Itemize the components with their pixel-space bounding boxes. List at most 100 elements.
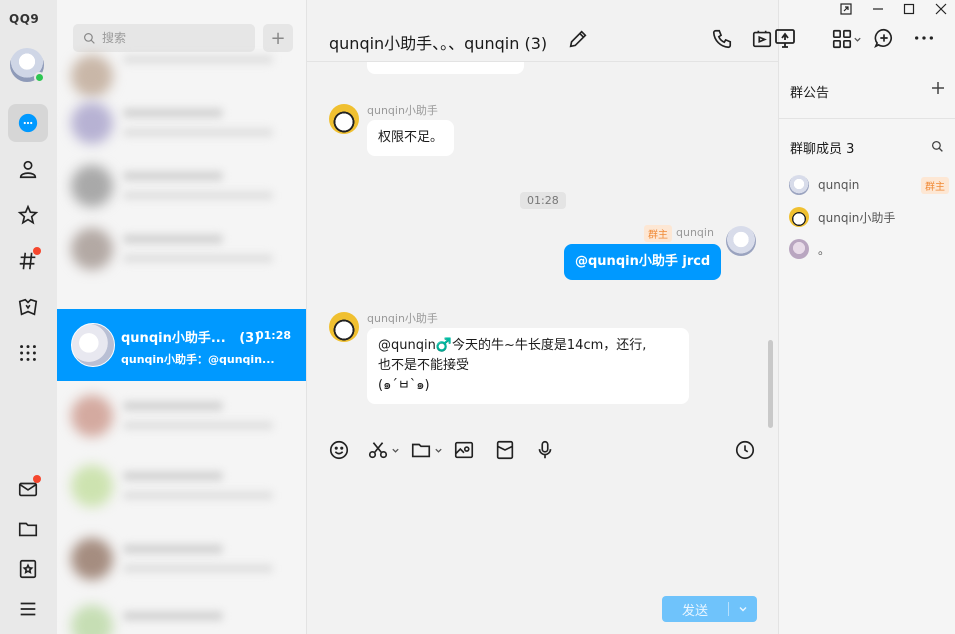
emoji-icon [329,440,349,460]
nav-apps[interactable] [8,334,48,372]
member-item[interactable]: qunqin 群主 [789,174,949,196]
bookmark-star-icon [19,559,37,579]
grid-dots-icon [20,345,36,361]
voice-button[interactable] [534,438,556,462]
file-button[interactable] [410,438,443,462]
apps-grid-icon [832,29,852,49]
message-area: qunqin小助手 权限不足。 01:28 群主 qunqin @qunqin小… [307,62,778,430]
apps-menu-button[interactable] [831,27,871,51]
nav-messages[interactable] [8,104,48,142]
message-icon [18,113,38,133]
message-scrollbar[interactable] [768,340,773,428]
member-name: qunqin [818,178,860,192]
chat-header: qunqin小助手、。、qunqin (3) [307,0,778,62]
send-options-button[interactable] [729,604,757,614]
add-announcement-icon[interactable] [931,81,945,95]
add-chat-icon [874,28,893,48]
pin-icon [840,3,852,15]
game-icon [18,298,38,316]
list-item[interactable] [57,528,306,590]
edit-pencil-icon[interactable] [567,28,589,50]
nav-channels[interactable] [8,242,48,280]
chevron-down-icon [854,37,861,42]
image-button[interactable] [453,438,475,462]
message-line: (๑´ㅂ`๑) [378,378,430,393]
online-status-dot [34,72,45,83]
screen-share-button[interactable] [773,26,799,52]
message-bubble[interactable]: 权限不足。 [367,120,455,156]
announcement-title: 群公告 [790,86,830,101]
hamburger-menu-icon [20,602,36,616]
sender-name: qunqin小助手 [367,312,438,325]
pin-window-button[interactable] [839,2,853,16]
close-button[interactable] [934,2,948,16]
message-bubble-own[interactable]: @qunqin小助手 jrcd [564,244,722,280]
screenshot-button[interactable] [367,438,400,462]
search-input[interactable] [102,31,242,45]
member-avatar [789,175,809,195]
message-bubble[interactable] [367,62,524,74]
sender-name: qunqin小助手 [367,104,438,117]
conversation-time: 01:28 [255,329,291,342]
list-item[interactable] [57,92,306,154]
sender-avatar[interactable] [329,104,359,134]
own-avatar[interactable] [726,226,756,256]
video-icon [752,30,772,48]
send-label: 发送 [681,603,708,619]
minimize-button[interactable] [871,2,885,16]
member-name: qunqin小助手 [818,210,896,225]
history-button[interactable] [734,438,756,462]
list-item[interactable] [57,595,306,634]
chevron-down-icon [392,448,399,453]
clock-icon [735,440,755,460]
chat-pane: qunqin小助手、。、qunqin (3) qunqin小助手 权限不足。 0… [307,0,778,634]
search-icon [84,32,95,44]
time-divider: 01:28 [520,192,566,209]
mail-notification-dot [33,475,41,483]
owner-badge: 群主 [921,176,949,194]
chat-title: qunqin小助手、。、qunqin (3) [329,34,548,53]
nav-menu[interactable] [8,590,48,628]
nav-files[interactable] [8,510,48,548]
list-item[interactable] [57,455,306,517]
member-item[interactable]: qunqin小助手 [789,206,949,228]
video-call-button[interactable] [750,27,774,51]
maximize-icon [903,3,915,15]
folder-icon [411,443,431,458]
member-avatar [789,207,809,227]
list-item[interactable] [57,155,306,217]
sender-name: qunqin [676,226,714,239]
sender-avatar[interactable] [329,312,359,342]
minimize-icon [873,8,883,10]
more-options-button[interactable] [913,27,937,51]
new-chat-button[interactable] [873,27,897,51]
nav-favorites[interactable] [8,196,48,234]
maximize-button[interactable] [902,2,916,16]
nav-games[interactable] [8,288,48,326]
member-search-icon[interactable] [931,140,944,153]
message-bubble[interactable]: @qunqin♂️今天的牛~牛长度是14cm，还行, 也不是不能接受 (๑´ㅂ`… [367,328,689,404]
list-item[interactable] [57,385,306,447]
message-input[interactable] [307,470,778,590]
nav-bookmarks[interactable] [8,550,48,588]
red-packet-button[interactable] [494,438,516,462]
members-title: 群聊成员 3 [790,142,855,157]
phone-call-button[interactable] [710,27,734,51]
member-item[interactable]: 。 [789,238,949,260]
emoji-button[interactable] [328,438,350,462]
list-item[interactable] [57,218,306,280]
send-button[interactable]: 发送 [662,596,757,622]
nav-contacts[interactable] [8,150,48,188]
message-line: @qunqin♂️今天的牛~牛长度是14cm，还行, [378,338,647,353]
envelope-icon [496,440,514,460]
microphone-icon [538,440,552,459]
app-logo: QQ9 [9,12,40,26]
user-avatar[interactable] [10,48,45,83]
member-avatar [789,239,809,259]
nav-mail[interactable] [8,470,48,508]
chevron-down-icon [435,448,442,453]
screen-share-icon [775,29,795,48]
active-conversation[interactable]: qunqin小助手... (3) 01:28 qunqin小助手：@qunqin… [57,309,306,381]
chevron-down-icon [739,607,747,612]
image-icon [454,441,474,459]
